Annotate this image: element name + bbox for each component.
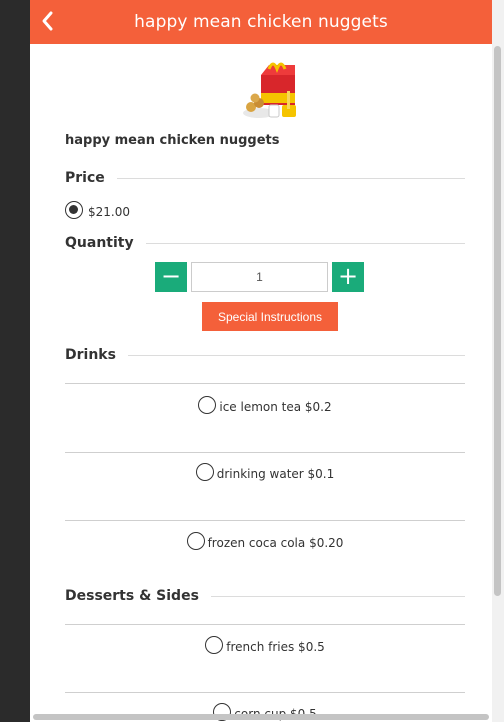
drink-option-label: ice lemon tea $0.2 (219, 400, 332, 414)
divider (210, 595, 465, 597)
drink-option[interactable]: frozen coca cola $0.20 (65, 532, 465, 550)
page-title: happy mean chicken nuggets (134, 12, 388, 32)
quantity-section-header: Quantity (65, 235, 465, 251)
desserts-section-header: Desserts & Sides (65, 588, 465, 604)
drink-radio[interactable] (198, 396, 217, 414)
header-bar: happy mean chicken nuggets (30, 0, 492, 44)
drink-option-label: drinking water $0.1 (216, 467, 335, 481)
horizontal-scrollbar[interactable] (30, 712, 492, 722)
scrollbar-thumb[interactable] (33, 714, 489, 720)
drinks-label: Drinks (65, 347, 116, 363)
divider (116, 177, 465, 179)
price-radio[interactable] (65, 201, 83, 219)
product-name: happy mean chicken nuggets (65, 133, 280, 148)
divider (65, 520, 465, 521)
dessert-option[interactable]: french fries $0.5 (65, 636, 465, 654)
special-instructions-button[interactable]: Special Instructions (202, 302, 338, 331)
quantity-stepper: − + (155, 262, 364, 292)
chevron-left-icon[interactable] (36, 9, 60, 33)
divider (65, 383, 465, 384)
decrement-button[interactable]: − (155, 262, 187, 292)
divider (65, 452, 465, 453)
vertical-scrollbar[interactable] (492, 0, 504, 722)
drink-radio[interactable] (186, 532, 205, 550)
dessert-radio[interactable] (205, 636, 224, 654)
drink-radio[interactable] (195, 463, 214, 481)
desserts-label: Desserts & Sides (65, 588, 199, 604)
divider (127, 354, 465, 356)
price-section-header: Price (65, 170, 465, 186)
drink-option[interactable]: drinking water $0.1 (65, 463, 465, 481)
scrollbar-thumb[interactable] (494, 46, 501, 596)
price-option[interactable]: $21.00 (65, 201, 130, 219)
happy-meal-image (235, 57, 303, 125)
app-frame: happy mean chicken nuggets happy mean ch… (30, 0, 492, 722)
drinks-section-header: Drinks (65, 347, 465, 363)
increment-button[interactable]: + (332, 262, 364, 292)
price-label: Price (65, 170, 105, 186)
divider (65, 692, 465, 693)
quantity-input[interactable] (191, 262, 328, 292)
drink-option-label: frozen coca cola $0.20 (207, 536, 344, 550)
dessert-option-label: french fries $0.5 (226, 640, 325, 654)
quantity-label: Quantity (65, 235, 134, 251)
price-value: $21.00 (88, 205, 130, 219)
divider (145, 242, 465, 244)
drink-option[interactable]: ice lemon tea $0.2 (65, 396, 465, 414)
divider (65, 624, 465, 625)
